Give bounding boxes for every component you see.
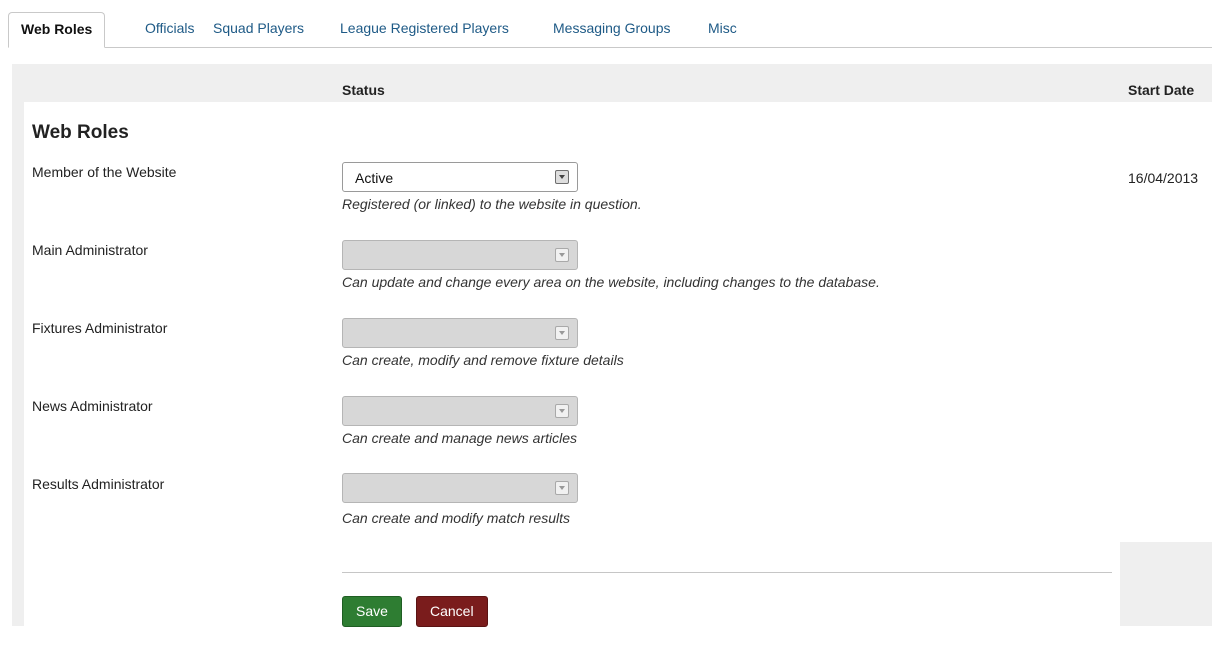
save-button[interactable]: Save [342,596,402,627]
cancel-button[interactable]: Cancel [416,596,488,627]
chevron-down-icon [555,170,569,184]
section-title: Web Roles [32,122,129,143]
start-date-column-header: Start Date [1128,82,1195,98]
main-admin-status-select[interactable] [342,240,578,270]
tab-bar: Web Roles Officials Squad Players League… [8,12,1212,48]
role-label-news-admin: News Administrator [32,398,153,414]
results-admin-status-select[interactable] [342,473,578,503]
role-description-fixtures-admin: Can create, modify and remove fixture de… [342,352,624,368]
member-status-select[interactable]: Active [342,162,578,192]
role-label-main-admin: Main Administrator [32,242,148,258]
chevron-down-icon [555,248,569,262]
fixtures-admin-status-select[interactable] [342,318,578,348]
role-description-main-admin: Can update and change every area on the … [342,274,880,290]
tab-messaging-groups[interactable]: Messaging Groups [553,20,671,36]
tab-misc[interactable]: Misc [708,20,737,36]
tab-league-registered-players[interactable]: League Registered Players [340,20,509,36]
chevron-down-icon [555,404,569,418]
news-admin-status-select[interactable] [342,396,578,426]
role-label-results-admin: Results Administrator [32,476,165,492]
status-column-header: Status [342,82,385,98]
start-date-value: 16/04/2013 [1128,170,1199,186]
start-date-column [1120,102,1212,542]
tab-squad-players[interactable]: Squad Players [213,20,304,36]
role-description-member: Registered (or linked) to the website in… [342,196,642,212]
chevron-down-icon [555,326,569,340]
role-label-fixtures-admin: Fixtures Administrator [32,320,168,336]
tab-officials[interactable]: Officials [145,20,195,36]
tab-web-roles[interactable]: Web Roles [8,12,106,48]
form-divider [342,572,1112,573]
role-description-results-admin: Can create and modify match results [342,510,570,526]
role-label-member: Member of the Website [32,164,177,180]
role-description-news-admin: Can create and manage news articles [342,430,578,446]
select-value: Active [355,170,394,186]
chevron-down-icon [555,481,569,495]
